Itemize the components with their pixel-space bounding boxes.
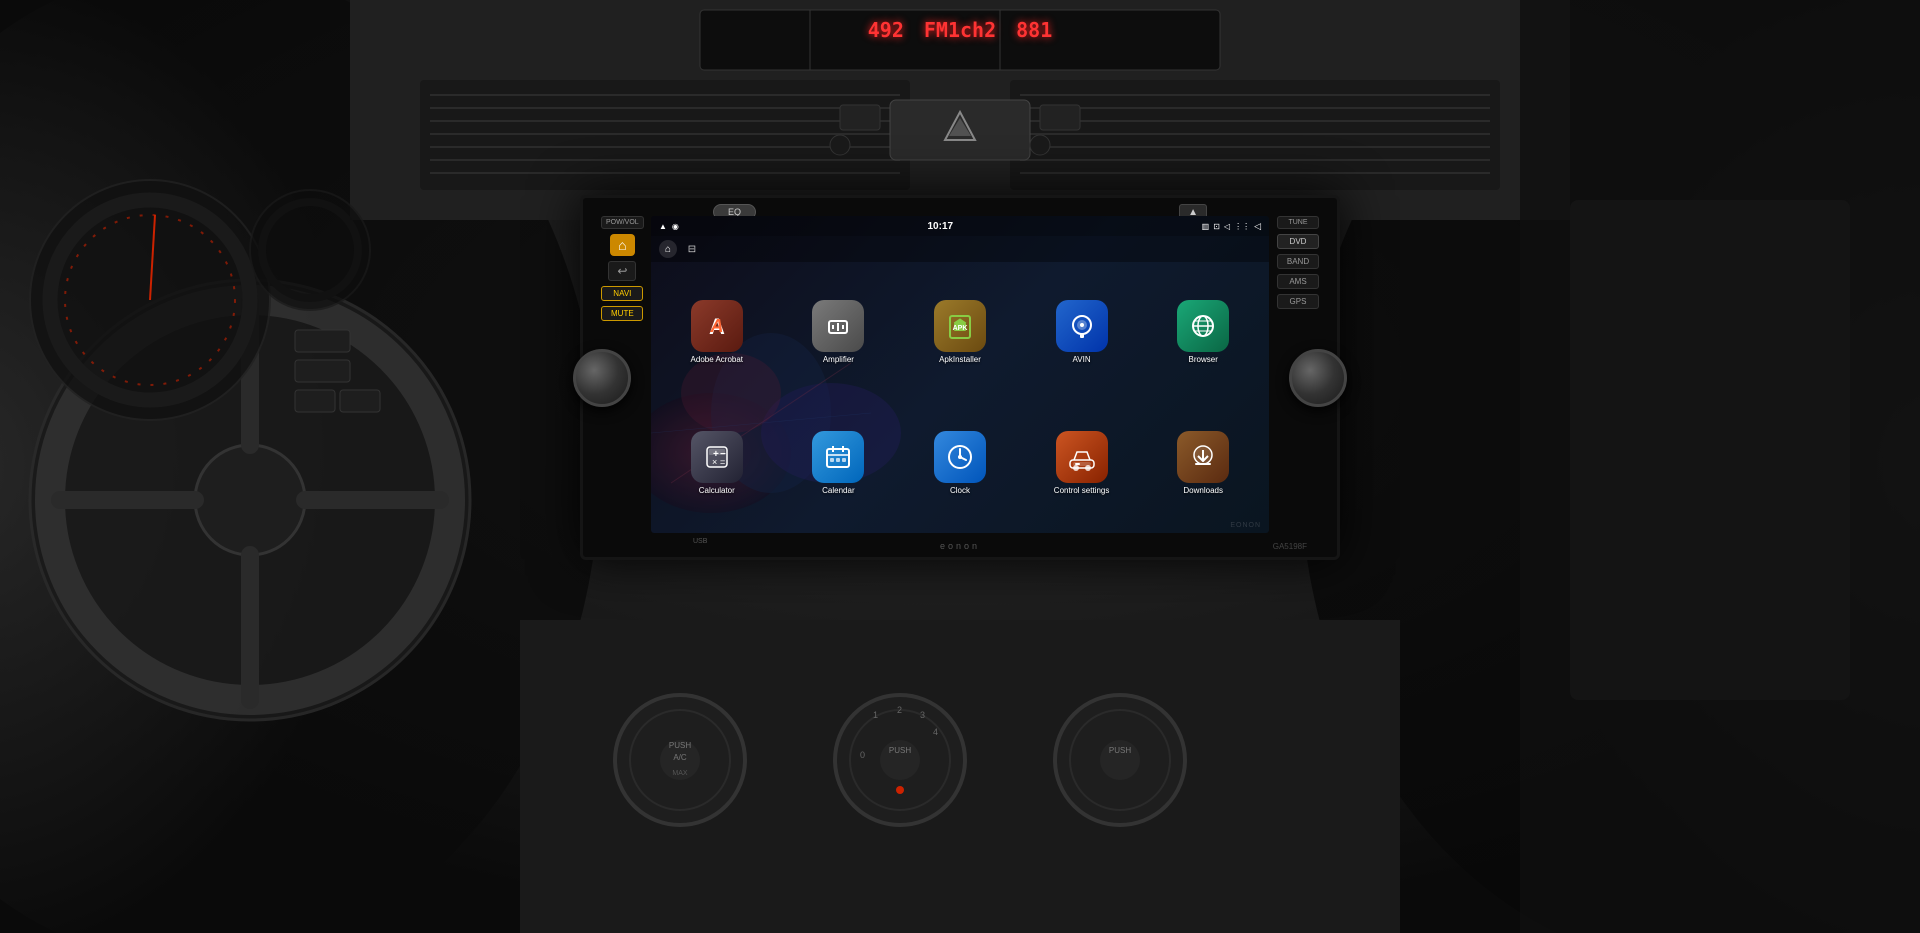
svg-text:A: A <box>709 316 723 336</box>
app-icon-amplifier[interactable]: Amplifier <box>781 270 897 395</box>
radio-mode: FM1ch2 <box>924 18 996 42</box>
head-unit: EQ ▲ POW/VOL ⌂ ↩ NAVI MUTE TUNE DVD BAND… <box>580 195 1340 560</box>
amplifier-icon <box>812 300 864 352</box>
avin-icon <box>1056 300 1108 352</box>
navi-button[interactable]: NAVI <box>601 286 643 301</box>
powvol-button[interactable]: POW/VOL <box>601 216 644 229</box>
app-icon-calculator[interactable]: + − × = Calculator <box>659 401 775 526</box>
notification-icon: ⋮⋮ <box>1234 222 1250 231</box>
band-button[interactable]: BAND <box>1277 254 1319 269</box>
status-left-icons: ▲ ◉ <box>659 222 679 231</box>
app-icon-apkinstaller[interactable]: APK ApkInstaller <box>902 270 1018 395</box>
tune-knob[interactable] <box>1289 349 1347 407</box>
right-button-group: TUNE DVD BAND AMS GPS <box>1277 216 1319 309</box>
status-time: 10:17 <box>927 221 953 232</box>
dvd-button[interactable]: DVD <box>1277 234 1319 249</box>
nav-bar: ⌂ ⊟ <box>651 236 1269 262</box>
adobe-acrobat-icon: AA <box>691 300 743 352</box>
android-home-button[interactable]: ⌂ <box>659 240 677 258</box>
downloads-label: Downloads <box>1183 486 1223 495</box>
android-home: ▲ ◉ 10:17 ▥ ⊡ ◁ ⋮⋮ ◁ ⌂ ⊟ <box>651 216 1269 533</box>
wifi-icon: ▲ <box>659 222 667 231</box>
gps-button[interactable]: GPS <box>1277 294 1319 309</box>
app-icon-downloads[interactable]: Downloads <box>1145 401 1261 526</box>
app-icon-avin[interactable]: AVIN <box>1024 270 1140 395</box>
adobe-acrobat-label: Adobe Acrobat <box>691 355 743 364</box>
clock-label: Clock <box>950 486 970 495</box>
avin-label: AVIN <box>1073 355 1091 364</box>
back-button[interactable]: ↩ <box>608 261 636 281</box>
calculator-label: Calculator <box>699 486 735 495</box>
status-bar: ▲ ◉ 10:17 ▥ ⊡ ◁ ⋮⋮ ◁ <box>651 216 1269 236</box>
amplifier-label: Amplifier <box>823 355 854 364</box>
apkinstaller-icon: APK <box>934 300 986 352</box>
calendar-label: Calendar <box>822 486 854 495</box>
ams-button[interactable]: AMS <box>1277 274 1319 289</box>
svg-text:=: = <box>720 457 725 467</box>
signal-icon: ◉ <box>672 222 679 231</box>
radio-channel: 881 <box>1016 18 1052 42</box>
control-settings-icon <box>1056 431 1108 483</box>
calendar-icon <box>812 431 864 483</box>
status-right-icons: ▥ ⊡ ◁ ⋮⋮ ◁ <box>1202 221 1261 232</box>
volume-knob[interactable] <box>573 349 631 407</box>
back-nav-icon[interactable]: ◁ <box>1254 221 1261 232</box>
svg-text:×: × <box>712 457 717 467</box>
volume-status-icon: ◁ <box>1224 222 1230 231</box>
app-icon-calendar[interactable]: Calendar <box>781 401 897 526</box>
screen-icon: ⊡ <box>1213 222 1220 231</box>
radio-display: 492 FM1ch2 881 <box>868 18 1053 42</box>
svg-text:APK: APK <box>953 325 968 332</box>
app-icon-adobe-acrobat[interactable]: AA Adobe Acrobat <box>659 270 775 395</box>
app-icon-browser[interactable]: Browser <box>1145 270 1261 395</box>
model-label: GA5198F <box>1273 542 1307 551</box>
app-icon-clock[interactable]: Clock <box>902 401 1018 526</box>
app-grid: AA Adobe Acrobat Amplifier <box>651 262 1269 533</box>
tune-button[interactable]: TUNE <box>1277 216 1319 229</box>
app-icon-control-settings[interactable]: Control settings <box>1024 401 1140 526</box>
radio-freq: 492 <box>868 18 904 42</box>
battery-icon: ▥ <box>1202 222 1210 231</box>
screen-watermark: EONON <box>1230 522 1261 529</box>
clock-icon <box>934 431 986 483</box>
left-button-group: POW/VOL ⌂ ↩ NAVI MUTE <box>601 216 644 321</box>
apkinstaller-label: ApkInstaller <box>939 355 981 364</box>
android-recents-button[interactable]: ⊟ <box>683 240 701 258</box>
usb-label: USB <box>693 538 707 545</box>
calculator-icon: + − × = <box>691 431 743 483</box>
mute-button[interactable]: MUTE <box>601 306 643 321</box>
downloads-icon <box>1177 431 1229 483</box>
browser-label: Browser <box>1189 355 1218 364</box>
browser-icon <box>1177 300 1229 352</box>
control-settings-label: Control settings <box>1054 486 1110 495</box>
brand-label: eonon <box>940 541 980 551</box>
screen: ▲ ◉ 10:17 ▥ ⊡ ◁ ⋮⋮ ◁ ⌂ ⊟ <box>651 216 1269 533</box>
home-button[interactable]: ⌂ <box>610 234 634 256</box>
